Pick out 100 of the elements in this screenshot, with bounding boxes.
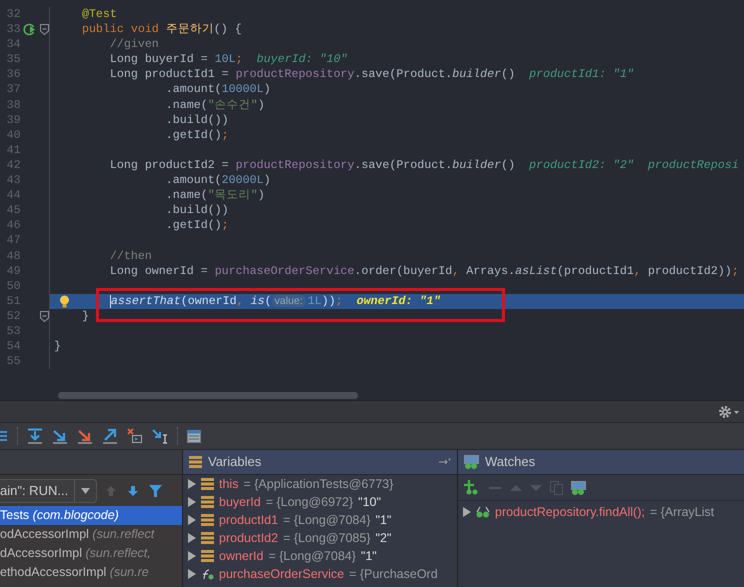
expand-arrow-icon[interactable] bbox=[463, 507, 471, 517]
line-number: 40 bbox=[6, 128, 21, 143]
variable-name: productId1 bbox=[219, 512, 278, 529]
line-number: 45 bbox=[6, 203, 21, 218]
inline-value-hint: buyerId: "10" bbox=[256, 52, 348, 68]
code-text: .getId(); bbox=[166, 128, 229, 143]
variables-icon bbox=[189, 456, 202, 468]
variable-name: buyerId bbox=[219, 494, 261, 511]
line-number: 48 bbox=[6, 248, 21, 264]
panel-title: Watches bbox=[485, 453, 536, 472]
line-number: 52 bbox=[6, 308, 21, 324]
line-number: 34 bbox=[6, 37, 21, 52]
scrollbar-thumb[interactable] bbox=[58, 392, 358, 399]
down-arrow-icon[interactable] bbox=[127, 485, 140, 497]
glasses-icon bbox=[476, 506, 490, 518]
fold-icon[interactable] bbox=[40, 310, 49, 322]
text-caret bbox=[110, 294, 111, 308]
field-icon bbox=[201, 568, 214, 580]
expand-arrow-icon[interactable] bbox=[188, 569, 196, 579]
variable-value: = {PurchaseOrd bbox=[349, 566, 438, 583]
list-icon[interactable] bbox=[0, 430, 8, 442]
line-number: 50 bbox=[6, 278, 21, 294]
line-number: 33 bbox=[6, 22, 21, 38]
up-right-arrow-icon[interactable] bbox=[102, 428, 118, 444]
stack-frame[interactable]: Tests (com.blogcode) bbox=[0, 506, 182, 525]
code-text: @Test bbox=[82, 7, 117, 22]
code-text: .build()) bbox=[166, 112, 229, 128]
parameter-hint: value: bbox=[272, 295, 306, 308]
arrow-cursor-icon[interactable] bbox=[152, 428, 168, 444]
object-icon bbox=[201, 478, 214, 490]
code-text: Long productId2 = productRepository.save(Product.builder() bbox=[110, 158, 516, 174]
variable-name: productId2 bbox=[219, 530, 278, 547]
table-icon[interactable] bbox=[187, 430, 201, 442]
diagonal-arrow-icon[interactable] bbox=[77, 428, 93, 444]
variable-display-value: "1" bbox=[360, 548, 377, 565]
thread-dropdown[interactable]: ain": RUN... bbox=[0, 479, 98, 503]
line-number: 47 bbox=[6, 233, 21, 248]
line-number: 43 bbox=[6, 173, 21, 188]
code-text: .getId(); bbox=[166, 218, 229, 234]
settings-icon[interactable] bbox=[718, 404, 740, 418]
watches-icon bbox=[464, 455, 479, 469]
watches-icon[interactable] bbox=[571, 480, 586, 494]
code-text: //then bbox=[110, 248, 152, 264]
line-number: 53 bbox=[6, 324, 21, 340]
variable-name: purchaseOrderService bbox=[219, 566, 344, 583]
lightbulb-icon[interactable] bbox=[59, 294, 70, 308]
inline-value-hint: productId1: "1" bbox=[529, 67, 634, 82]
stack-frame[interactable]: dAccessorImpl (sun.reflect, bbox=[0, 544, 182, 563]
line-number: 49 bbox=[6, 264, 21, 279]
line-number: 51 bbox=[6, 294, 21, 309]
code-text: .amount(10000L) bbox=[166, 82, 271, 98]
variable-display-value: "10" bbox=[358, 494, 381, 511]
line-number: 55 bbox=[6, 354, 21, 370]
code-text: } bbox=[82, 308, 89, 324]
object-icon bbox=[201, 514, 214, 526]
stack-frame[interactable]: ethodAccessorImpl (sun.re bbox=[0, 563, 182, 582]
fold-icon[interactable] bbox=[40, 24, 49, 36]
code-text: .name("목도리") bbox=[166, 188, 265, 204]
expand-arrow-icon[interactable] bbox=[188, 551, 196, 561]
expand-arrow-icon[interactable] bbox=[188, 533, 196, 543]
run-icon[interactable] bbox=[23, 23, 36, 36]
line-number: 38 bbox=[6, 98, 21, 113]
code-text: public void 주문하기() { bbox=[82, 22, 242, 38]
code-text: .name("손수건") bbox=[166, 98, 265, 113]
watch-value: = {ArrayList bbox=[650, 504, 714, 521]
variable-value: = {Long@6972} bbox=[266, 494, 354, 511]
stack-frame[interactable]: odAccessorImpl (sun.reflect bbox=[0, 525, 182, 544]
code-text: Long buyerId = 10L; bbox=[110, 52, 243, 68]
line-number: 36 bbox=[6, 67, 21, 82]
add-watch-icon[interactable] bbox=[464, 480, 480, 495]
pin-icon[interactable] bbox=[439, 458, 451, 466]
cross-frame-icon[interactable] bbox=[127, 428, 143, 444]
expand-arrow-icon[interactable] bbox=[188, 515, 196, 525]
inline-value-hint: ownerId: "1" bbox=[356, 294, 440, 309]
code-text: .build()) bbox=[166, 203, 229, 218]
variable-value: = {Long@7085} bbox=[283, 530, 371, 547]
line-number: 41 bbox=[6, 142, 21, 158]
diagonal-arrow-icon[interactable] bbox=[52, 428, 68, 444]
inline-value-hint: productId2: "2" bbox=[529, 158, 634, 174]
code-text: assertThat(ownerId, is( bbox=[110, 294, 272, 309]
line-number: 37 bbox=[6, 82, 21, 98]
expand-arrow-icon[interactable] bbox=[188, 479, 196, 489]
code-text: Long productId1 = productRepository.save(Product.builder() bbox=[110, 67, 516, 82]
filter-icon[interactable] bbox=[149, 485, 162, 497]
line-number: 35 bbox=[6, 52, 21, 68]
code-text: 1L)); bbox=[308, 294, 343, 309]
code-text: //given bbox=[110, 37, 159, 52]
down-arrow-icon[interactable] bbox=[27, 428, 43, 444]
variable-display-value: "1" bbox=[376, 512, 392, 529]
object-icon bbox=[201, 532, 214, 544]
variable-display-value: "2" bbox=[376, 530, 392, 547]
line-number: 39 bbox=[6, 112, 21, 128]
object-icon bbox=[201, 496, 214, 508]
code-text: Long ownerId = purchaseOrderService.order(buyerId, Arrays.asList(productId1, productId2)); bbox=[110, 264, 739, 279]
variable-value: = {Long@7084} bbox=[268, 548, 356, 565]
expand-arrow-icon[interactable] bbox=[188, 497, 196, 507]
variable-value: = {Long@7084} bbox=[283, 512, 371, 529]
caret-icon bbox=[81, 488, 90, 494]
object-icon bbox=[201, 550, 214, 562]
inline-value-hint: productReposi bbox=[648, 158, 739, 174]
